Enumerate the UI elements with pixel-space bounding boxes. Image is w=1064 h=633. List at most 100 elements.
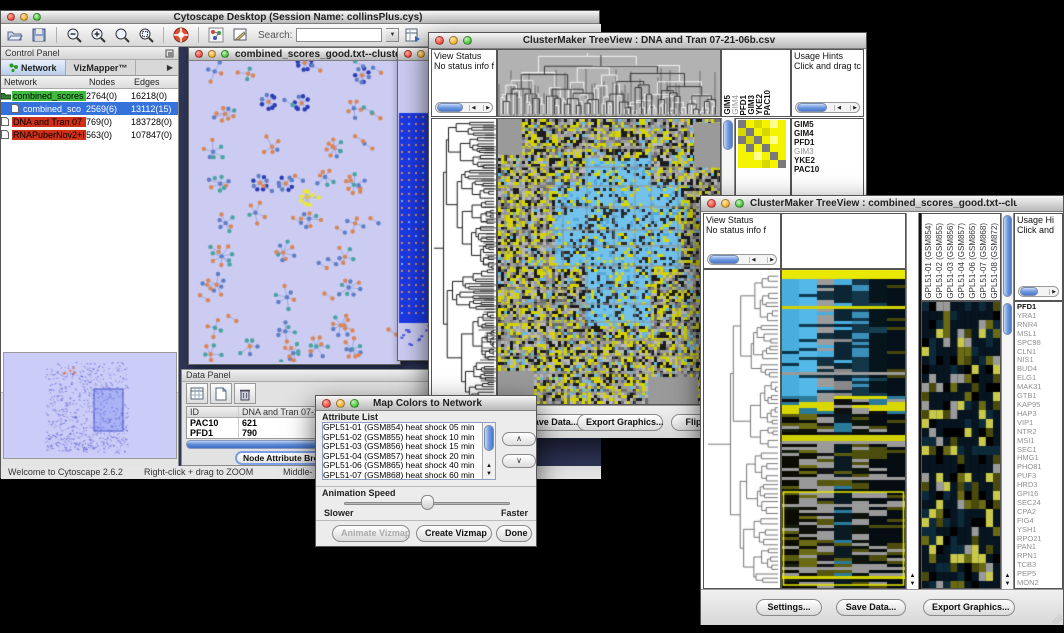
zoom-button[interactable] — [463, 36, 472, 45]
tv2-gene-label[interactable]: MSL1 — [1017, 330, 1060, 339]
matrix-cell[interactable] — [762, 136, 770, 144]
tv2-gene-label[interactable]: GTB1 — [1017, 392, 1060, 401]
tv2-gene-label[interactable]: GPI16 — [1017, 490, 1060, 499]
scroll-down-icon[interactable]: ▼ — [1002, 581, 1013, 588]
tv1-column-label[interactable]: PAC10 — [764, 90, 772, 115]
open-file-icon[interactable] — [5, 26, 25, 44]
scroll-up-icon[interactable]: ▲ — [1002, 573, 1013, 580]
zoom-fit-icon[interactable] — [112, 26, 132, 44]
close-button[interactable] — [435, 36, 444, 45]
annotation-icon[interactable] — [230, 26, 250, 44]
network-overview-panel[interactable] — [3, 352, 177, 459]
network-table-row[interactable]: DNA and Tran 07769(0)183728(0) — [1, 115, 178, 128]
minimize-button[interactable] — [417, 50, 425, 58]
save-icon[interactable] — [29, 26, 49, 44]
tv2-gene-label[interactable]: YRA1 — [1017, 312, 1060, 321]
tv2-gene-label[interactable]: RNR4 — [1017, 321, 1060, 330]
help-icon[interactable] — [171, 26, 191, 44]
treeview1-titlebar[interactable]: ClusterMaker TreeView : DNA and Tran 07-… — [429, 33, 866, 49]
scroll-left-icon[interactable]: ◀ — [834, 105, 843, 111]
attribute-list[interactable]: GPL51-01 (GSM854) heat shock 05 minGPL51… — [322, 422, 496, 480]
tv2-gene-label[interactable]: PAN1 — [1017, 543, 1060, 552]
matrix-cell[interactable] — [770, 152, 778, 160]
zoom-in-icon[interactable] — [88, 26, 108, 44]
animation-speed-slider-thumb[interactable] — [421, 495, 434, 510]
tv1-gene-label[interactable]: GIM4 — [794, 129, 861, 138]
scroll-right-icon[interactable]: ▶ — [1049, 289, 1058, 295]
attribute-item[interactable]: GPL51-07 (GSM868) heat shock 60 min — [323, 471, 495, 481]
search-dropdown-arrow[interactable]: ▼ — [386, 28, 399, 42]
network-view-titlebar[interactable]: combined_scores_good.txt--cluste... — [189, 48, 400, 61]
resize-grip[interactable] — [1052, 614, 1062, 624]
tv2-gene-label[interactable]: PHO81 — [1017, 463, 1060, 472]
scroll-down-icon[interactable]: ▼ — [907, 581, 918, 588]
close-button[interactable] — [195, 50, 203, 58]
matrix-cell[interactable] — [746, 152, 754, 160]
tv1-gene-label[interactable]: GIM5 — [794, 120, 861, 129]
tv1-gene-label[interactable]: PFD1 — [794, 138, 861, 147]
matrix-cell[interactable] — [738, 136, 746, 144]
matrix-cell[interactable] — [754, 120, 762, 128]
tv1-gene-label[interactable]: GIM3 — [794, 147, 861, 156]
matrix-cell[interactable] — [778, 128, 786, 136]
tv2-settings-button[interactable]: Settings... — [756, 599, 822, 616]
matrix-cell[interactable] — [778, 136, 786, 144]
minimize-button[interactable] — [721, 199, 730, 208]
tv2-gene-label[interactable]: MON2 — [1017, 579, 1060, 588]
matrix-cell[interactable] — [738, 128, 746, 136]
scroll-right-icon[interactable]: ▶ — [483, 105, 492, 111]
tv1-hints-scrollbar[interactable]: ◀▶ — [795, 102, 860, 113]
tv2-gene-label[interactable]: VIP1 — [1017, 419, 1060, 428]
matrix-cell[interactable] — [738, 160, 746, 168]
scroll-left-icon[interactable]: ◀ — [469, 105, 478, 111]
tv1-export-graphics-button[interactable]: Export Graphics... — [577, 414, 663, 431]
matrix-cell[interactable] — [770, 120, 778, 128]
matrix-cell[interactable] — [770, 144, 778, 152]
matrix-cell[interactable] — [762, 160, 770, 168]
tab-vizmapper[interactable]: VizMapper™ — [66, 60, 137, 75]
tv2-gene-label[interactable]: PFD1 — [1017, 303, 1060, 312]
done-button[interactable]: Done — [496, 525, 532, 542]
matrix-cell[interactable] — [770, 136, 778, 144]
close-button[interactable] — [322, 399, 331, 408]
tv2-column-label[interactable]: GPL51-04 (GSM857) — [956, 223, 967, 299]
matrix-cell[interactable] — [778, 160, 786, 168]
scroll-right-icon[interactable]: ▶ — [850, 105, 859, 111]
move-up-button[interactable]: ∧ — [502, 432, 536, 446]
tv2-column-label[interactable]: GPL51-07 (GSM868) — [978, 223, 989, 299]
matrix-cell[interactable] — [746, 128, 754, 136]
tv2-gene-label[interactable]: SEC1 — [1017, 446, 1060, 455]
matrix-cell[interactable] — [762, 152, 770, 160]
tab-overflow-arrow[interactable]: ▶ — [162, 60, 178, 75]
network-view-icon[interactable] — [206, 26, 226, 44]
move-down-button[interactable]: ∨ — [502, 454, 536, 468]
tv2-column-labels-scrollbar[interactable] — [1001, 213, 1014, 301]
tv1-status-scrollbar[interactable]: ◀▶ — [435, 102, 493, 113]
tv2-gene-label[interactable]: CLN1 — [1017, 348, 1060, 357]
minimize-button[interactable] — [208, 50, 216, 58]
minimize-button[interactable] — [336, 399, 345, 408]
tv2-gene-label[interactable]: BUD4 — [1017, 365, 1060, 374]
matrix-cell[interactable] — [746, 120, 754, 128]
minimize-button[interactable] — [20, 13, 28, 21]
matrix-cell[interactable] — [746, 160, 754, 168]
network-table-row[interactable]: RNAPuberNov2+I563(0)107847(0) — [1, 128, 178, 141]
matrix-cell[interactable] — [746, 144, 754, 152]
tv2-gene-label[interactable]: CPA2 — [1017, 508, 1060, 517]
tv2-hints-scrollbar[interactable]: ▶ — [1018, 286, 1059, 297]
tv1-row-dendrogram-canvas[interactable] — [432, 119, 496, 404]
new-attribute-icon[interactable] — [210, 383, 232, 404]
tv1-gene-label[interactable]: PAC10 — [794, 165, 861, 174]
tv2-gene-label[interactable]: KAP95 — [1017, 401, 1060, 410]
matrix-cell[interactable] — [738, 120, 746, 128]
import-table-icon[interactable] — [403, 26, 423, 44]
tab-network[interactable]: Network — [1, 60, 66, 75]
zoom-out-icon[interactable] — [64, 26, 84, 44]
tv1-global-heatmap-canvas[interactable] — [498, 119, 720, 404]
zoom-button[interactable] — [221, 50, 229, 58]
matrix-cell[interactable] — [770, 160, 778, 168]
tv2-gene-label[interactable]: HMG1 — [1017, 454, 1060, 463]
scroll-left-icon[interactable]: ◀ — [749, 257, 758, 263]
delete-attribute-icon[interactable] — [234, 383, 256, 404]
create-vizmap-button[interactable]: Create Vizmap — [416, 525, 492, 542]
